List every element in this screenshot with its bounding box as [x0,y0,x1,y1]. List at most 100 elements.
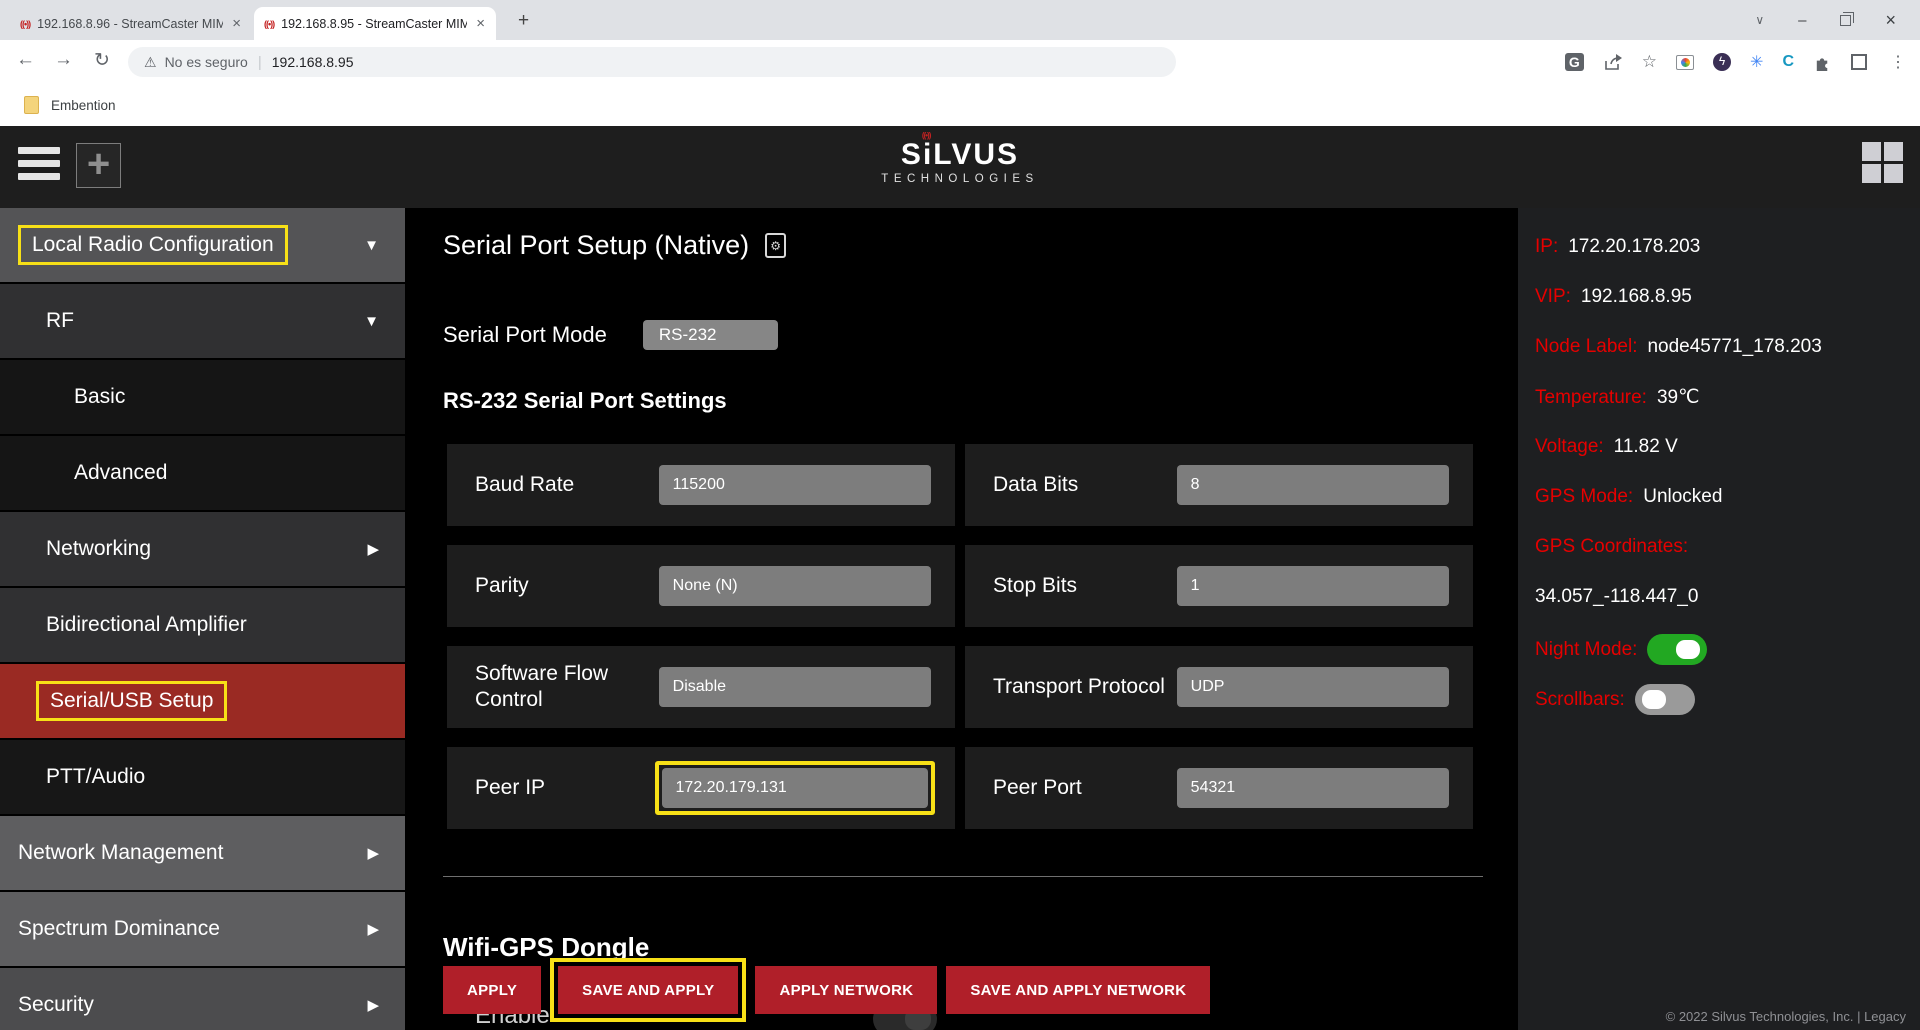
page-content: + SiLVUS ((•)) TECHNOLOGIES Local Radio … [0,126,1920,1030]
status-scrollbars: Scrollbars: [1535,684,1695,715]
chevron-down-icon[interactable]: ▼ [364,237,379,254]
sidebar-item-ptt-audio[interactable]: PTT/Audio [0,740,405,814]
sidebar-item-label: Network Management [18,841,223,865]
field-label: Transport Protocol [993,674,1173,700]
chevron-right-icon[interactable]: ▶ [367,996,379,1014]
tab-close-icon[interactable]: × [229,15,244,32]
bookmark-star-icon[interactable]: ☆ [1642,52,1657,72]
address-divider: | [258,54,262,71]
tab-search-icon[interactable]: ∨ [1755,13,1764,27]
not-secure-label: No es seguro [165,54,248,70]
pinwheel-icon [1681,58,1690,67]
serial-port-mode-select[interactable]: RS-232 [643,320,778,350]
sidebar-item-security[interactable]: Security ▶ [0,968,405,1030]
sidebar-item-bidirectional-amplifier[interactable]: Bidirectional Amplifier [0,588,405,662]
parity-input[interactable]: None (N) [659,566,931,606]
minimize-icon[interactable]: – [1798,12,1806,29]
baud-rate-input[interactable]: 115200 [659,465,931,505]
grid-layout-icon[interactable] [1862,142,1903,183]
field-input-wrap: 115200 [655,461,935,509]
sidebar-item-network-management[interactable]: Network Management ▶ [0,816,405,890]
c-extension-icon[interactable]: C [1782,53,1794,71]
night-mode-toggle[interactable] [1647,634,1707,665]
status-label: Voltage: [1535,436,1604,458]
highlight-box: Serial/USB Setup [36,681,227,721]
sidebar-item-label: Basic [74,385,125,409]
sidebar-item-label: RF [46,309,74,333]
translate-icon[interactable]: G [1565,53,1584,71]
back-icon[interactable]: ← [16,49,35,71]
restore-icon[interactable] [1840,15,1851,26]
field-peer-ip: Peer IP 172.20.179.131 [447,747,955,829]
sidebar-item-label: Local Radio Configuration [32,233,274,256]
window-controls: ∨ – × [1755,0,1920,40]
sidebar-item-spectrum-dominance[interactable]: Spectrum Dominance ▶ [0,892,405,966]
status-voltage: Voltage: 11.82 V [1535,436,1678,458]
save-and-apply-button[interactable]: SAVE AND APPLY [558,966,738,1014]
not-secure-warning-icon[interactable]: ⚠ [144,54,157,71]
toggle-knob [1676,640,1700,659]
forward-icon[interactable]: → [54,49,73,71]
logo-wordmark: SiLVUS ((•)) [901,138,1019,172]
sidebar-item-networking[interactable]: Networking ▶ [0,512,405,586]
page-title-text: Serial Port Setup (Native) [443,230,749,261]
hamburger-menu-icon[interactable] [18,147,60,186]
sidebar-item-basic[interactable]: Basic [0,360,405,434]
address-bar[interactable]: ⚠ No es seguro | 192.168.8.95 [128,47,1176,77]
status-label: Scrollbars: [1535,689,1625,711]
screenshot-extension-icon[interactable] [1676,55,1694,70]
sidebar-item-local-radio-configuration[interactable]: Local Radio Configuration ▼ [0,208,405,282]
sidebar-item-serial-usb-setup[interactable]: Serial/USB Setup [0,664,405,738]
close-window-icon[interactable]: × [1885,10,1896,31]
field-label: Peer IP [475,775,655,801]
url-text[interactable]: 192.168.8.95 [272,54,354,70]
radio-antenna-icon: ((•)) [20,19,30,29]
field-label: Baud Rate [475,472,655,498]
reload-icon[interactable]: ↻ [94,49,110,72]
highlight-box: 172.20.179.131 [655,761,935,815]
apply-button[interactable]: APPLY [443,966,541,1014]
snowflake-extension-icon[interactable]: ✳ [1750,52,1763,72]
software-flow-control-input[interactable]: Disable [659,667,931,707]
apply-network-button[interactable]: APPLY NETWORK [755,966,937,1014]
data-bits-input[interactable]: 8 [1177,465,1449,505]
toolbar-actions: G ☆ ϟ ✳ C ⋮ [1565,40,1906,84]
save-and-apply-network-button[interactable]: SAVE AND APPLY NETWORK [946,966,1210,1014]
peer-ip-input[interactable]: 172.20.179.131 [662,768,928,808]
chrome-menu-icon[interactable]: ⋮ [1890,52,1906,72]
extensions-puzzle-icon[interactable] [1813,53,1832,72]
stop-bits-input[interactable]: 1 [1177,566,1449,606]
status-value: Unlocked [1643,486,1722,508]
tab-title: 192.168.8.95 - StreamCaster MIM [281,17,467,31]
add-panel-icon[interactable]: + [76,143,121,188]
square [1862,164,1881,183]
share-icon[interactable] [1603,53,1623,71]
tab-close-icon[interactable]: × [473,15,488,32]
help-manual-icon[interactable]: ⚙ [765,233,786,258]
transport-protocol-input[interactable]: UDP [1177,667,1449,707]
field-label: Software Flow Control [475,661,655,714]
silvus-logo: SiLVUS ((•)) TECHNOLOGIES [881,138,1038,185]
sidebar-item-rf[interactable]: RF ▼ [0,284,405,358]
tab-streamcaster-96[interactable]: ((•)) 192.168.8.96 - StreamCaster MIM × [10,7,252,40]
peer-port-input[interactable]: 54321 [1177,768,1449,808]
status-gps-mode: GPS Mode: Unlocked [1535,486,1722,508]
scrollbars-toggle[interactable] [1635,684,1695,715]
field-parity: Parity None (N) [447,545,955,627]
chevron-right-icon[interactable]: ▶ [367,920,379,938]
field-input-wrap: 54321 [1173,764,1453,812]
chevron-down-icon[interactable]: ▼ [364,313,379,330]
chevron-right-icon[interactable]: ▶ [367,540,379,558]
bar [18,173,60,180]
new-tab-button[interactable]: + [512,8,535,34]
status-temperature: Temperature: 39℃ [1535,386,1699,409]
chevron-right-icon[interactable]: ▶ [367,844,379,862]
serial-port-mode-label: Serial Port Mode [443,322,607,348]
radio-antenna-icon: ((•)) [264,19,274,29]
action-button-bar: APPLY SAVE AND APPLY APPLY NETWORK SAVE … [443,958,1210,1022]
sidebar-item-advanced[interactable]: Advanced [0,436,405,510]
profile-icon[interactable] [1851,54,1867,70]
tab-streamcaster-95[interactable]: ((•)) 192.168.8.95 - StreamCaster MIM × [254,7,496,40]
bookmark-item-embention[interactable]: Embention [51,98,116,113]
lightning-extension-icon[interactable]: ϟ [1713,53,1731,71]
